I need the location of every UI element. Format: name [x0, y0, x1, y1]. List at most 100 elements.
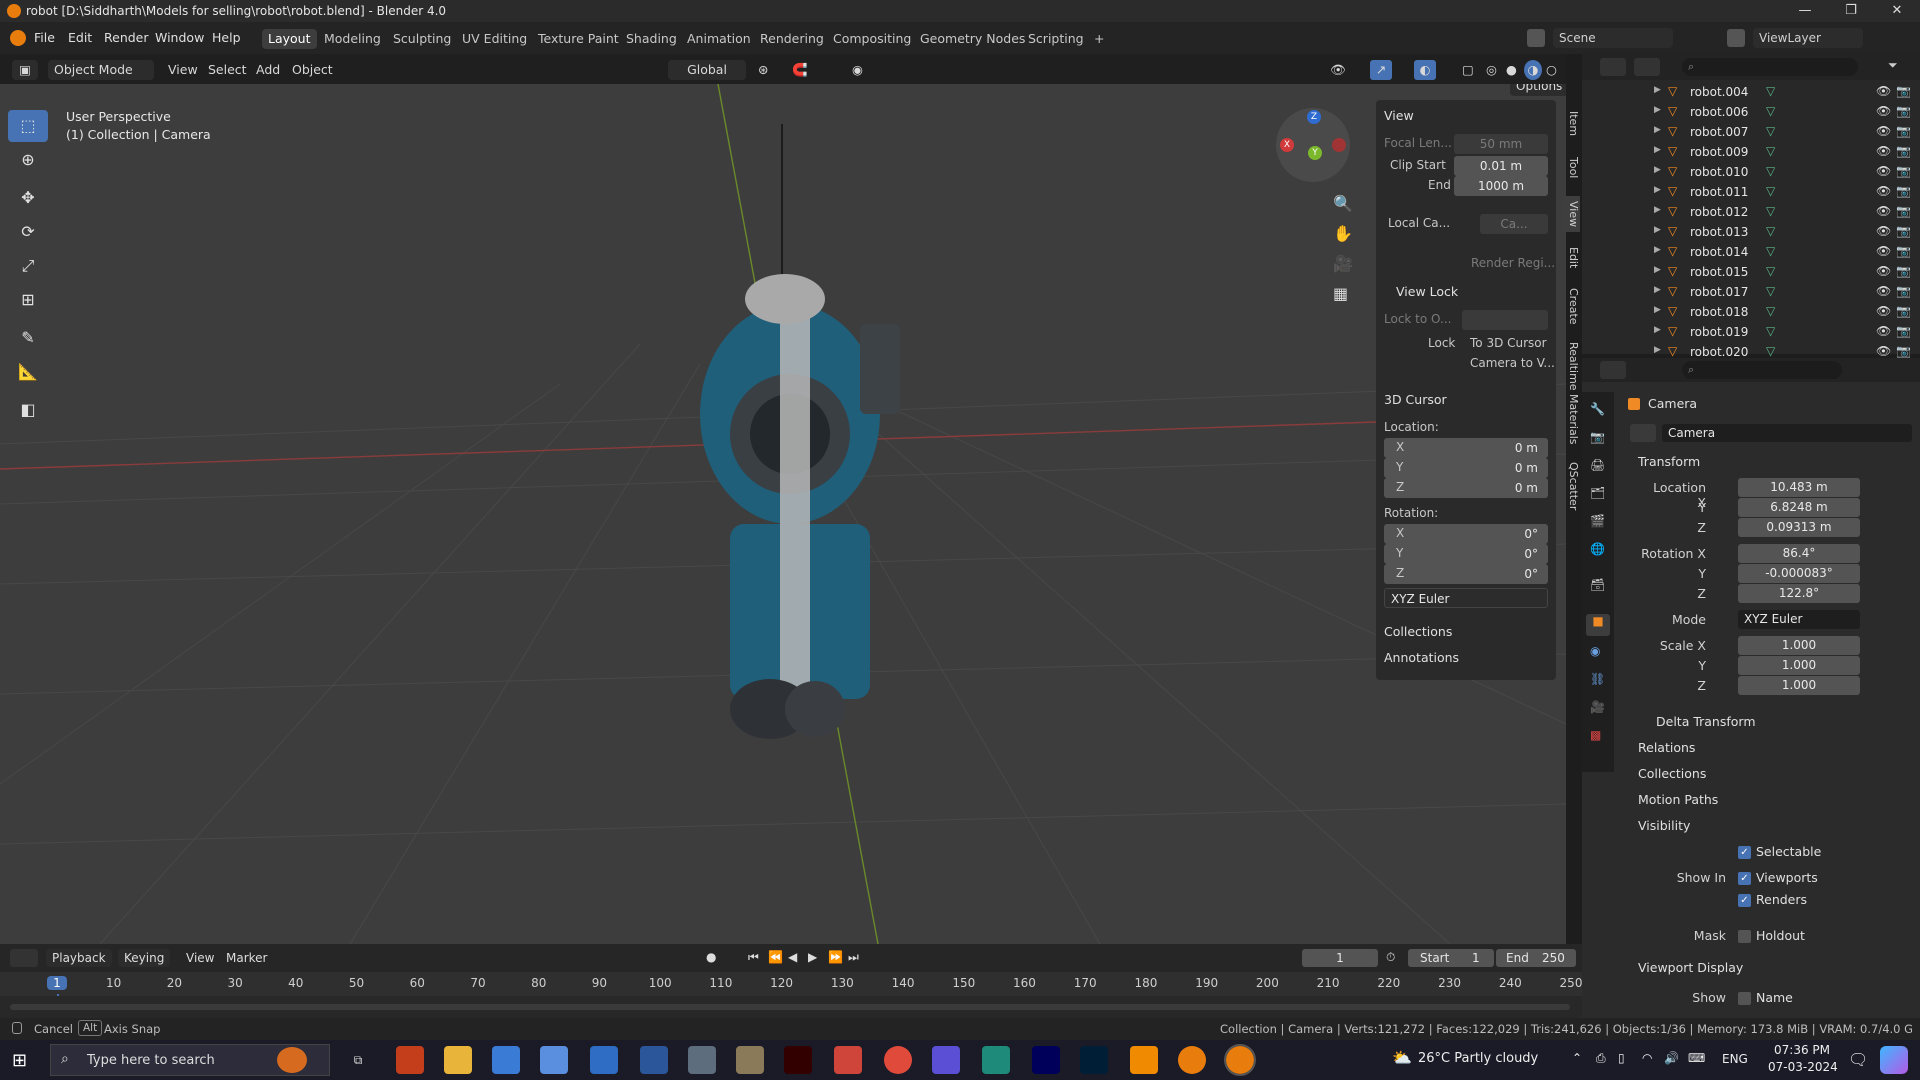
eye-visibility-icon[interactable]: 👁	[1876, 324, 1891, 338]
render-visibility-icon[interactable]: 📷	[1896, 164, 1911, 178]
keyboard-icon[interactable]: ⌨	[1688, 1051, 1705, 1065]
selectable-checkbox[interactable]: ✓	[1738, 846, 1751, 859]
object-properties-icon[interactable]: ■	[1586, 614, 1610, 636]
app-icon-8[interactable]	[736, 1046, 764, 1074]
outliner-object-name[interactable]: robot.004	[1690, 85, 1748, 99]
object-data-properties-icon[interactable]: 🎥	[1590, 700, 1605, 714]
outliner-object-name[interactable]: robot.007	[1690, 125, 1748, 139]
3d-cursor-header[interactable]: 3D Cursor	[1384, 392, 1447, 407]
timeline-view-menu[interactable]: View	[186, 951, 214, 965]
tab-compositing[interactable]: Compositing	[827, 29, 917, 49]
outliner-object-name[interactable]: robot.015	[1690, 265, 1748, 279]
outliner-object-name[interactable]: robot.009	[1690, 145, 1748, 159]
visibility-header[interactable]: Visibility	[1638, 818, 1690, 833]
tab-layout[interactable]: Layout	[262, 29, 317, 49]
eye-visibility-icon[interactable]: 👁	[1876, 184, 1891, 198]
ortho-toggle-icon[interactable]: ▦	[1333, 284, 1348, 303]
timeline-ruler[interactable]: 1 10 20 30 40 50 60 70 80 90 100 110 120 130 140 150 160…	[0, 972, 1582, 1018]
tab-geometry-nodes[interactable]: Geometry Nodes	[914, 29, 1031, 49]
app-icon-7[interactable]	[688, 1046, 716, 1074]
marker-menu[interactable]: Marker	[226, 951, 267, 965]
outliner-row[interactable]: ▶ ▽ robot.017 ▽ 👁 📷	[1582, 282, 1920, 302]
overlay-toggle-icon[interactable]: ◐	[1414, 60, 1436, 80]
solid-shading-icon[interactable]: ●	[1506, 60, 1517, 80]
playhead-frame-label[interactable]: 1	[47, 976, 67, 990]
properties-editor-type-icon[interactable]	[1600, 361, 1626, 379]
proportional-edit-icon[interactable]: ◉	[852, 60, 863, 80]
jump-end-icon[interactable]: ⏭	[848, 950, 859, 965]
view-layer-properties-icon[interactable]: 🗂	[1590, 486, 1605, 500]
lock-to-cursor-checkbox[interactable]: To 3D Cursor	[1470, 336, 1547, 350]
render-visibility-icon[interactable]: 📷	[1896, 244, 1911, 258]
outliner-object-name[interactable]: robot.011	[1690, 185, 1748, 199]
photoshop-icon[interactable]	[1080, 1046, 1108, 1074]
scene-properties-icon[interactable]: 🎬	[1590, 514, 1605, 528]
view-layer-icon[interactable]	[1727, 29, 1745, 47]
add-workspace-button[interactable]: +	[1088, 29, 1110, 49]
render-region-checkbox[interactable]: Render Regi...	[1471, 256, 1555, 270]
expand-arrow-icon[interactable]: ▶	[1654, 225, 1661, 235]
outliner-row[interactable]: ▶ ▽ robot.004 ▽ 👁 📷	[1582, 82, 1920, 102]
camera-view-icon[interactable]: 🎥	[1333, 254, 1353, 273]
transform-icon[interactable]: ⊞	[8, 284, 48, 316]
next-keyframe-icon[interactable]: ⏩	[828, 950, 843, 964]
viewport-menu-view[interactable]: View	[168, 60, 198, 80]
pivot-icon[interactable]: ⊛	[758, 60, 768, 80]
output-properties-icon[interactable]: 🖨	[1590, 458, 1605, 472]
motion-paths-header[interactable]: Motion Paths	[1638, 792, 1718, 807]
tab-item[interactable]: Item	[1562, 108, 1580, 140]
cursor-rotation-mode-dropdown[interactable]: XYZ Euler	[1384, 588, 1548, 608]
expand-arrow-icon[interactable]: ▶	[1654, 105, 1661, 115]
windows-start-icon[interactable]: ⊞	[12, 1050, 27, 1071]
object-selector-icon[interactable]	[1630, 424, 1656, 442]
collection-properties-icon[interactable]: 🗃	[1590, 578, 1605, 592]
notifications-icon[interactable]: 🗨	[1848, 1050, 1868, 1069]
end-frame-field[interactable]: End 250	[1496, 949, 1576, 967]
app-icon-10[interactable]	[834, 1046, 862, 1074]
close-icon[interactable]: ✕	[1874, 0, 1920, 22]
chrome-icon[interactable]	[884, 1046, 912, 1074]
rotate-icon[interactable]: ⟳	[8, 216, 48, 248]
clip-end-field[interactable]: 1000 m	[1454, 176, 1548, 196]
play-icon[interactable]: ▶	[808, 950, 817, 964]
viewport-menu-select[interactable]: Select	[208, 60, 247, 80]
settings-app-icon[interactable]	[492, 1046, 520, 1074]
world-properties-icon[interactable]: 🌐	[1590, 542, 1605, 556]
zoom-icon[interactable]: 🔍	[1333, 194, 1353, 213]
menu-render[interactable]: Render	[104, 30, 149, 45]
tool-settings-icon[interactable]: 🔧	[1590, 402, 1605, 416]
keying-menu[interactable]: Keying	[118, 949, 171, 967]
file-explorer-icon[interactable]	[444, 1046, 472, 1074]
texture-properties-icon[interactable]: ▩	[1590, 728, 1601, 742]
volume-icon[interactable]: 🔊	[1664, 1051, 1679, 1065]
cursor-loc-x-field[interactable]: 0 m	[1384, 438, 1548, 458]
render-visibility-icon[interactable]: 📷	[1896, 224, 1911, 238]
render-visibility-icon[interactable]: 📷	[1896, 184, 1911, 198]
tab-animation[interactable]: Animation	[681, 29, 757, 49]
gizmo-y-icon[interactable]: Y	[1308, 146, 1322, 160]
render-visibility-icon[interactable]: 📷	[1896, 144, 1911, 158]
focal-length-field[interactable]: 50 mm	[1454, 134, 1548, 154]
outliner-row[interactable]: ▶ ▽ robot.010 ▽ 👁 📷	[1582, 162, 1920, 182]
autokey-record-icon[interactable]: ●	[706, 950, 716, 964]
store-icon[interactable]	[540, 1046, 568, 1074]
renders-checkbox[interactable]: ✓	[1738, 894, 1751, 907]
scale-x-field[interactable]: 1.000	[1738, 636, 1860, 655]
viewport-menu-object[interactable]: Object	[292, 60, 333, 80]
outliner-object-name[interactable]: robot.020	[1690, 345, 1748, 359]
eye-visibility-icon[interactable]: 👁	[1876, 264, 1891, 278]
illustrator-icon[interactable]	[784, 1046, 812, 1074]
tray-chevron-icon[interactable]: ⌃	[1572, 1051, 1582, 1065]
expand-arrow-icon[interactable]: ▶	[1654, 305, 1661, 315]
outliner-object-name[interactable]: robot.014	[1690, 245, 1748, 259]
scale-z-field[interactable]: 1.000	[1738, 676, 1860, 695]
rotation-mode-dropdown[interactable]: XYZ Euler	[1738, 610, 1860, 629]
material-shading-icon[interactable]: ◑	[1524, 60, 1542, 80]
view-layer-selector[interactable]: ViewLayer	[1753, 28, 1863, 48]
expand-arrow-icon[interactable]: ▶	[1654, 345, 1661, 355]
rotation-z-field[interactable]: 122.8°	[1738, 584, 1860, 603]
npanel-collections-header[interactable]: Collections	[1384, 624, 1452, 639]
tab-view[interactable]: View	[1562, 196, 1580, 232]
expand-arrow-icon[interactable]: ▶	[1654, 165, 1661, 175]
vlc-icon[interactable]	[1130, 1046, 1158, 1074]
